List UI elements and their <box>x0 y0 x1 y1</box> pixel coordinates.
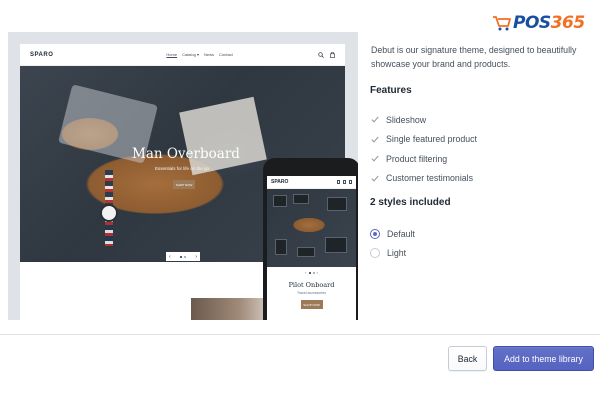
shopping-cart-icon <box>493 16 511 31</box>
theme-preview: SPARO Home Catalog ▾ News Contact Man Ov… <box>8 32 358 320</box>
slider-next-icon: › <box>316 270 318 275</box>
mobile-preview: SPARO ‹ › Pilot Onboard Travel accessori… <box>263 158 358 320</box>
style-option-default[interactable]: Default <box>370 224 415 244</box>
search-icon <box>318 51 324 58</box>
featured-photo <box>191 298 271 320</box>
feature-item: Customer testimonials <box>371 169 477 189</box>
store-header: SPARO Home Catalog ▾ News Contact <box>20 44 345 66</box>
feature-item: Slideshow <box>371 110 477 130</box>
feature-item: Single featured product <box>371 130 477 150</box>
mobile-hero <box>267 189 356 267</box>
mobile-shop-button: SHOP NOW <box>300 300 323 309</box>
watch-graphic <box>100 204 118 222</box>
mobile-hero-title: Pilot Onboard <box>288 281 335 289</box>
hero-subtitle: Essentials for life on the go <box>154 166 210 171</box>
hero-title: Man Overboard <box>132 146 240 162</box>
pos365-logo: POS365 <box>492 13 585 33</box>
product-graphic <box>293 194 309 204</box>
slider-dot <box>180 255 182 258</box>
hero-shop-button: SHOP NOW <box>173 180 195 189</box>
style-option-light[interactable]: Light <box>370 244 415 264</box>
bag-icon <box>330 51 335 58</box>
slider-dot <box>312 271 315 274</box>
slider-next-icon: › <box>195 253 197 260</box>
store-menu: Home Catalog ▾ News Contact <box>166 52 232 57</box>
slider-dots <box>180 255 186 258</box>
slider-prev-icon: ‹ <box>305 270 307 275</box>
store-logo: SPARO <box>30 51 54 58</box>
menu-item-catalog: Catalog ▾ <box>182 52 199 57</box>
style-options: Default Light <box>370 224 415 263</box>
footer-divider <box>0 334 600 335</box>
search-icon <box>337 180 340 184</box>
styles-heading: 2 styles included <box>370 197 451 208</box>
feature-item: Product filtering <box>371 149 477 169</box>
add-to-theme-library-button[interactable]: Add to theme library <box>493 346 594 371</box>
product-graphic <box>273 195 287 207</box>
feature-label: Slideshow <box>386 114 427 125</box>
style-label: Default <box>387 228 415 239</box>
radio-button-selected[interactable] <box>370 228 380 239</box>
menu-item-home: Home <box>166 52 178 57</box>
feature-label: Single featured product <box>386 134 477 145</box>
slider-controls: ‹ › <box>166 252 200 261</box>
menu-item-news: News <box>203 52 214 57</box>
mobile-screen: SPARO ‹ › Pilot Onboard Travel accessori… <box>267 176 356 320</box>
features-list: Slideshow Single featured product Produc… <box>371 110 477 188</box>
back-button[interactable]: Back <box>448 346 487 371</box>
menu-item-contact: Contact <box>219 52 233 57</box>
mobile-hero-subtitle: Travel accessories <box>296 291 327 295</box>
style-label: Light <box>387 248 407 259</box>
product-graphic <box>325 237 347 253</box>
checkmark-icon <box>371 135 380 144</box>
theme-description: Debut is our signature theme, designed t… <box>371 45 577 69</box>
radio-button[interactable] <box>370 248 380 259</box>
product-graphic <box>275 239 287 255</box>
store-header-actions <box>318 51 335 58</box>
book-graphic <box>179 96 267 176</box>
features-heading: Features <box>370 85 412 96</box>
slider-dot <box>308 271 311 274</box>
feature-label: Product filtering <box>386 153 448 164</box>
menu-icon <box>349 180 352 184</box>
checkmark-icon <box>371 174 380 183</box>
mobile-slider-controls: ‹ › <box>267 267 356 275</box>
product-graphic <box>327 197 347 211</box>
bag-icon <box>343 180 346 184</box>
mobile-header-icons <box>337 180 352 184</box>
logo-text: POS365 <box>513 13 585 33</box>
product-graphic <box>297 247 315 257</box>
checkmark-icon <box>371 154 380 163</box>
slider-dot <box>184 255 186 258</box>
checkmark-icon <box>371 115 380 124</box>
mobile-store-logo: SPARO <box>271 179 289 185</box>
mobile-store-header: SPARO <box>267 176 356 189</box>
feature-label: Customer testimonials <box>386 173 474 184</box>
slider-prev-icon: ‹ <box>169 253 171 260</box>
